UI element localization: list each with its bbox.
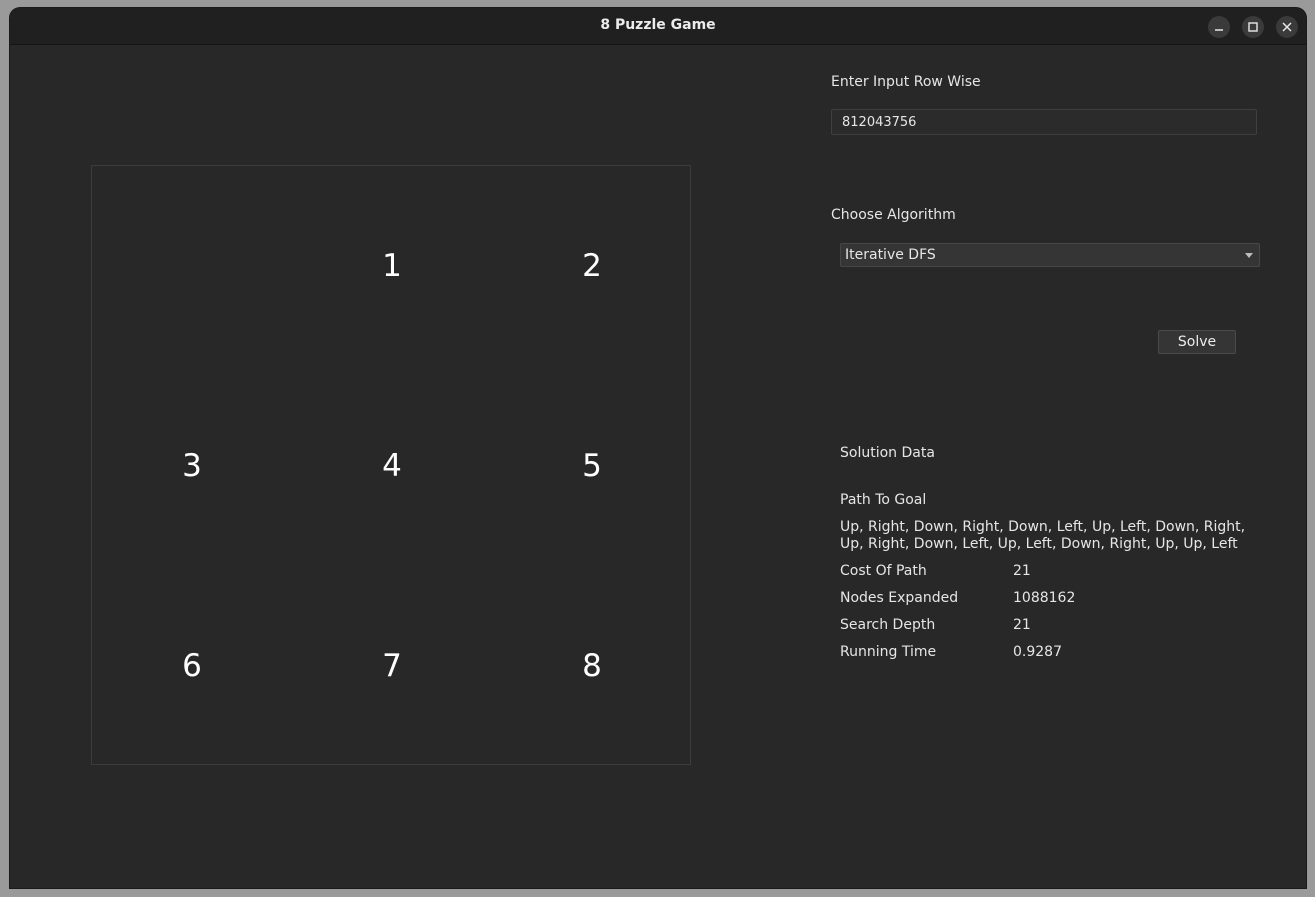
maximize-button[interactable] [1242, 16, 1264, 38]
depth-label: Search Depth [840, 617, 936, 633]
algorithm-label: Choose Algorithm [831, 207, 956, 223]
solution-heading: Solution Data [840, 445, 935, 461]
puzzle-input-field[interactable] [831, 109, 1257, 135]
maximize-icon [1248, 22, 1258, 32]
puzzle-tile[interactable]: 7 [292, 566, 492, 766]
puzzle-tile[interactable]: 2 [492, 166, 692, 366]
path-label: Path To Goal [840, 492, 927, 508]
minimize-icon [1215, 29, 1223, 31]
cost-label: Cost Of Path [840, 563, 927, 579]
puzzle-tile[interactable]: 3 [92, 366, 292, 566]
algorithm-selected-value: Iterative DFS [845, 247, 936, 263]
nodes-value: 1088162 [1013, 590, 1076, 606]
puzzle-board: 1 2 3 4 5 6 7 8 [91, 165, 691, 765]
depth-value: 21 [1013, 617, 1031, 633]
minimize-button[interactable] [1208, 16, 1230, 38]
chevron-down-icon [1245, 253, 1253, 258]
algorithm-select[interactable]: Iterative DFS [840, 243, 1260, 267]
app-window: 8 Puzzle Game 1 2 3 4 5 6 7 8 Enter Inpu… [10, 8, 1306, 888]
title-bar[interactable]: 8 Puzzle Game [10, 8, 1306, 45]
puzzle-tile[interactable]: 4 [292, 366, 492, 566]
path-value: Up, Right, Down, Right, Down, Left, Up, … [840, 519, 1246, 552]
time-value: 0.9287 [1013, 644, 1062, 660]
puzzle-tile[interactable]: 8 [492, 566, 692, 766]
solve-button[interactable]: Solve [1158, 330, 1236, 354]
puzzle-tile-empty[interactable] [92, 166, 292, 366]
cost-value: 21 [1013, 563, 1031, 579]
close-icon [1282, 22, 1292, 32]
input-label: Enter Input Row Wise [831, 74, 981, 90]
puzzle-tile[interactable]: 5 [492, 366, 692, 566]
puzzle-tile[interactable]: 1 [292, 166, 492, 366]
window-title: 8 Puzzle Game [600, 17, 716, 33]
puzzle-tile[interactable]: 6 [92, 566, 292, 766]
nodes-label: Nodes Expanded [840, 590, 959, 606]
close-button[interactable] [1276, 16, 1298, 38]
time-label: Running Time [840, 644, 937, 660]
